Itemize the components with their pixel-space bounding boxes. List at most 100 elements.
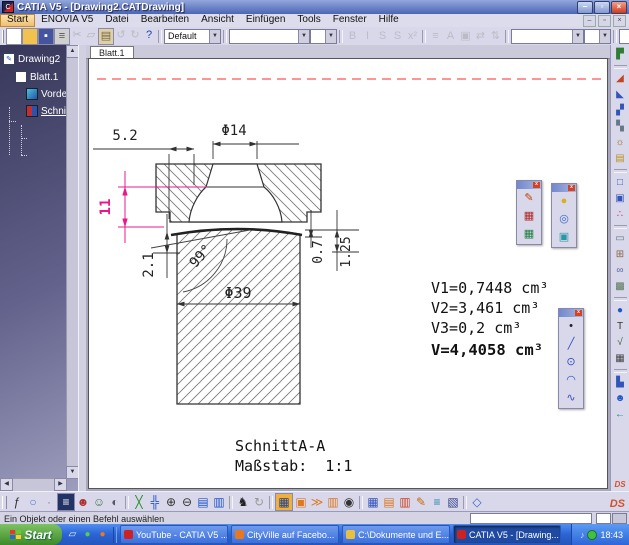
taskbar-task-button[interactable]: CATIA V5 - [Drawing... xyxy=(453,525,561,544)
comment-icon[interactable]: ○ xyxy=(25,494,41,510)
profile-icon[interactable]: ☻ xyxy=(613,391,628,406)
table-icon[interactable]: ▦ xyxy=(613,351,628,366)
toolbar-grip[interactable] xyxy=(2,496,7,509)
link-icon[interactable]: ∞ xyxy=(613,263,628,278)
open-icon[interactable] xyxy=(22,28,38,45)
quicklaunch-firefox-icon[interactable]: ● xyxy=(96,528,109,541)
contacts-icon[interactable]: ☻ xyxy=(75,494,91,510)
dimension-depth-left[interactable]: 2.1 xyxy=(141,252,157,277)
toolbar-grip[interactable] xyxy=(2,30,4,43)
floating-toolbar-titlebar[interactable]: x xyxy=(552,184,576,192)
redo-icon[interactable]: ↻ xyxy=(128,28,142,43)
scroll-right-icon[interactable]: ▶ xyxy=(54,478,67,491)
zoom-out-icon[interactable]: ⊖ xyxy=(179,494,195,510)
preview-icon[interactable]: ◉ xyxy=(341,494,357,510)
font-combo[interactable]: ▼ xyxy=(229,29,310,44)
new-view-icon[interactable]: □ xyxy=(613,175,628,190)
dimension-height-selected[interactable]: 11 xyxy=(98,199,114,216)
text-icon[interactable]: T xyxy=(613,319,628,334)
floating-toolbar-titlebar[interactable]: x xyxy=(559,309,583,317)
anchor-h-icon[interactable]: ⇄ xyxy=(473,29,488,44)
menu-item-fenster[interactable]: Fenster xyxy=(327,14,373,26)
view-frame-icon[interactable]: ▣ xyxy=(613,191,628,206)
annotation-icon[interactable]: ✎ xyxy=(413,494,429,510)
tree-item-sheet[interactable]: Blatt.1 xyxy=(15,71,58,83)
taskbar-task-button[interactable]: CityVille auf Facebo... xyxy=(231,525,339,544)
view-wizard-icon[interactable]: ☼ xyxy=(613,135,628,150)
table-icon[interactable]: ▦ xyxy=(365,494,381,510)
italic-button[interactable]: I xyxy=(360,29,375,44)
quicklaunch-green-icon[interactable]: ● xyxy=(81,528,94,541)
split-person-icon[interactable]: ◐ xyxy=(107,494,123,510)
position-combo[interactable]: ▼ xyxy=(511,29,584,44)
component-icon[interactable]: ▧ xyxy=(445,494,461,510)
pattern-icon[interactable]: ▦ xyxy=(521,209,537,224)
power-input-field[interactable] xyxy=(470,513,592,524)
tree-item-drawing[interactable]: ✎ Drawing2 xyxy=(3,53,60,65)
chevron-down-icon[interactable]: ▼ xyxy=(325,30,336,43)
bold-button[interactable]: B xyxy=(345,29,360,44)
status-box-2[interactable] xyxy=(612,513,627,524)
zoom-in-icon[interactable]: ⊕ xyxy=(163,494,179,510)
multi-view-icon[interactable]: ▥ xyxy=(211,494,227,510)
dimension-step-large[interactable]: 1.25 xyxy=(339,236,354,267)
scale-combo[interactable]: ▼ xyxy=(619,29,629,44)
new-view-icon[interactable]: ▣ xyxy=(293,494,309,510)
sketch-b-icon[interactable]: ▥ xyxy=(397,494,413,510)
font-size-combo[interactable]: ▼ xyxy=(310,29,337,44)
menu-item-enovia-v5[interactable]: ENOVIA V5 xyxy=(35,14,99,26)
chevron-down-icon[interactable]: ▼ xyxy=(209,30,220,43)
cut-icon[interactable]: ✂ xyxy=(70,28,84,43)
view-caption-scale[interactable]: Maßstab: 1:1 xyxy=(235,457,352,475)
close-button[interactable]: × xyxy=(611,1,627,14)
rulers-icon[interactable]: ≡ xyxy=(429,494,445,510)
menu-item-bearbeiten[interactable]: Bearbeiten xyxy=(135,14,195,26)
sketch-a-icon[interactable]: ▤ xyxy=(381,494,397,510)
normal-view-icon[interactable]: ▤ xyxy=(195,494,211,510)
box-icon[interactable]: ▣ xyxy=(556,230,572,245)
view-caption-title[interactable]: SchnittA-A xyxy=(235,437,325,455)
taskbar-task-button[interactable]: YouTube - CATIA V5 ... xyxy=(120,525,228,544)
update-icon[interactable]: ● xyxy=(613,303,628,318)
projection-view-icon[interactable]: ◣ xyxy=(613,87,628,102)
mini-icon[interactable]: · xyxy=(41,494,57,510)
save-icon[interactable]: ▪ xyxy=(38,28,54,45)
arc-icon[interactable]: ◠ xyxy=(563,373,579,388)
quicklaunch-page-icon[interactable]: ▱ xyxy=(66,528,79,541)
copy-icon[interactable]: ▱ xyxy=(84,28,98,43)
circle-icon[interactable]: ⊙ xyxy=(563,355,579,370)
menu-item-hilfe[interactable]: Hilfe xyxy=(373,14,405,26)
scroll-left-icon[interactable]: ◀ xyxy=(0,478,13,491)
undo-icon[interactable]: ↺ xyxy=(114,28,128,43)
fit-all-icon[interactable]: ╳ xyxy=(131,494,147,510)
help-icon[interactable]: ? xyxy=(142,28,156,43)
superscript-button[interactable]: x² xyxy=(405,29,420,44)
view-creation-icon[interactable]: ◢ xyxy=(613,71,628,86)
analysis-icon[interactable]: √ xyxy=(613,335,628,350)
datum-points-icon[interactable]: ∴ xyxy=(613,207,628,222)
restore-button[interactable]: ▫ xyxy=(594,1,610,14)
frame-view-icon[interactable]: ▥ xyxy=(325,494,341,510)
pan-icon[interactable]: ╬ xyxy=(147,494,163,510)
position-size-combo[interactable]: ▼ xyxy=(584,29,611,44)
print-icon[interactable]: ≡ xyxy=(54,28,70,45)
new-document-icon[interactable] xyxy=(6,28,22,45)
spline-icon[interactable]: ∿ xyxy=(563,391,579,406)
new-sheet-icon[interactable]: ▦ xyxy=(275,493,293,511)
font-color-icon[interactable]: A xyxy=(443,29,458,44)
start-button[interactable]: Start xyxy=(0,524,62,545)
dimension-dia-hole[interactable]: Φ14 xyxy=(221,123,246,139)
anchor-v-icon[interactable]: ⇅ xyxy=(488,29,503,44)
menu-item-ansicht[interactable]: Ansicht xyxy=(195,14,240,26)
ellipse-icon[interactable]: ● xyxy=(556,194,572,209)
lock-person-icon[interactable]: ☺ xyxy=(91,494,107,510)
scroll-down-icon[interactable]: ▼ xyxy=(66,466,78,479)
tree-vertical-scrollbar[interactable]: ▲ ▼ xyxy=(66,45,78,479)
menu-item-datei[interactable]: Datei xyxy=(99,14,134,26)
chevron-down-icon[interactable]: ▼ xyxy=(599,30,610,43)
title-block-icon[interactable]: ⊞ xyxy=(613,247,628,262)
justify-icon[interactable]: ≡ xyxy=(428,29,443,44)
mdi-restore-button[interactable]: ▫ xyxy=(598,15,611,27)
floating-toolbar-titlebar[interactable]: x xyxy=(517,181,541,189)
paintbrush-icon[interactable]: ✎ xyxy=(521,191,537,206)
